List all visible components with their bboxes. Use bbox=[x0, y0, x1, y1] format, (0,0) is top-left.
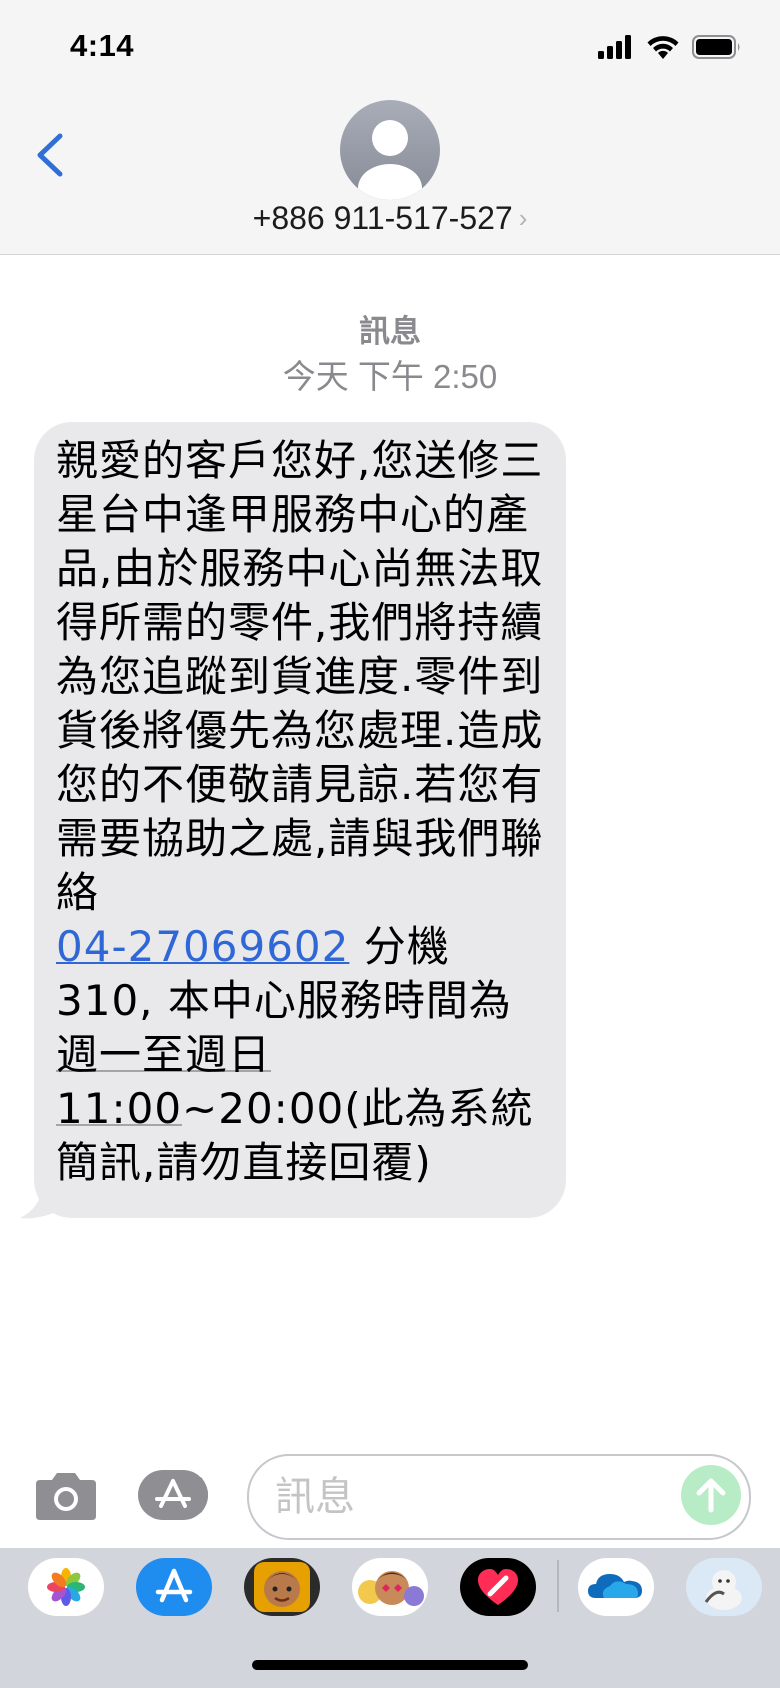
message-body: 親愛的客戶您好,您送修三星台中逢甲服務中心的產品,由於服務中心尚無法取得所需的零… bbox=[56, 436, 544, 917]
app-store-icon[interactable] bbox=[136, 1558, 212, 1616]
chevron-right-icon: › bbox=[518, 203, 528, 233]
app-store-drawer-button[interactable] bbox=[138, 1470, 214, 1520]
cloud-icon bbox=[588, 1574, 642, 1598]
home-indicator bbox=[252, 1660, 528, 1670]
thread-timestamp: 今天 下午 2:50 bbox=[282, 358, 498, 395]
photos-icon[interactable] bbox=[28, 1558, 104, 1616]
conversation-header: +886 911-517-527 › bbox=[0, 96, 780, 255]
message-text: 親愛的客戶您好,您送修三星台中逢甲服務中心的產品,由於服務中心尚無法取得所需的零… bbox=[56, 434, 546, 1190]
message-composer bbox=[0, 1440, 780, 1550]
camera-button[interactable] bbox=[34, 1470, 98, 1522]
phone-number-link[interactable]: 04-27069602 bbox=[56, 922, 349, 971]
app-store-a-icon bbox=[155, 1568, 193, 1603]
memoji-stickers-icon[interactable] bbox=[352, 1558, 428, 1616]
memoji-face-icon bbox=[254, 1562, 310, 1612]
app-strip-divider bbox=[557, 1560, 559, 1612]
contact-name-button[interactable]: +886 911-517-527 › bbox=[0, 200, 780, 237]
person-silhouette-icon bbox=[358, 120, 422, 200]
onedrive-icon[interactable] bbox=[578, 1558, 654, 1616]
wifi-icon bbox=[647, 36, 679, 59]
status-time: 4:14 bbox=[70, 28, 135, 63]
back-button[interactable] bbox=[30, 124, 70, 184]
memoji-icon[interactable] bbox=[244, 1558, 320, 1616]
camera-icon bbox=[36, 1473, 96, 1520]
contact-avatar[interactable] bbox=[340, 100, 440, 200]
status-icons bbox=[598, 34, 742, 60]
digital-touch-icon[interactable] bbox=[460, 1558, 536, 1616]
sticker-character-icon bbox=[704, 1570, 742, 1610]
bubble-tail bbox=[20, 1188, 60, 1219]
chevron-left-icon bbox=[37, 133, 63, 177]
message-input-field[interactable] bbox=[247, 1454, 751, 1540]
send-button[interactable] bbox=[681, 1465, 741, 1525]
cellular-signal-icon bbox=[598, 35, 631, 59]
sticker-app-icon[interactable] bbox=[686, 1558, 762, 1616]
message-input[interactable] bbox=[273, 1470, 657, 1524]
photos-flower-icon bbox=[47, 1568, 85, 1606]
memoji-stickers-face-icon bbox=[358, 1571, 424, 1606]
status-bar: 4:14 bbox=[0, 0, 780, 96]
thread-service-label: 訊息 bbox=[359, 314, 421, 349]
heart-icon bbox=[478, 1569, 518, 1605]
contact-name: +886 911-517-527 bbox=[252, 200, 513, 236]
app-store-icon bbox=[138, 1470, 208, 1520]
arrow-up-icon bbox=[696, 1478, 726, 1513]
battery-icon bbox=[692, 35, 740, 59]
